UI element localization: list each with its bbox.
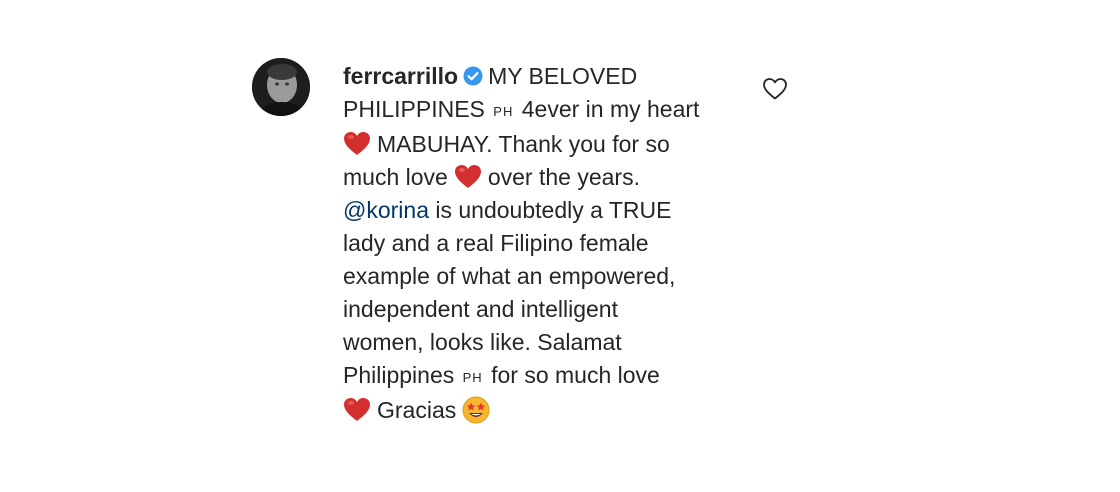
red-heart-emoji-icon: [344, 132, 370, 155]
comment: ferrcarrillo MY BELOVED PHILIPPINES PH 4…: [252, 58, 743, 427]
flag-ph-label: PH: [493, 104, 514, 119]
red-heart-emoji-icon: [454, 165, 481, 188]
red-heart-emoji-icon: [344, 398, 370, 421]
comment-line-6: lady and a real Filipino female: [343, 230, 649, 256]
comment-line-7: example of what an empowered,: [343, 263, 676, 289]
comment-line-9: women, looks like. Salamat: [343, 329, 622, 355]
flag-ph-label: PH: [462, 370, 483, 385]
comment-text: ferrcarrillo MY BELOVED PHILIPPINES PH 4…: [343, 60, 743, 427]
comment-text-segment: is undoubtedly a TRUE: [435, 197, 672, 223]
username-link[interactable]: ferrcarrillo: [343, 63, 458, 89]
comment-text-segment: MY BELOVED: [488, 63, 638, 89]
comment-text-segment: for so much love: [491, 362, 660, 388]
comment-text-segment: Gracias: [377, 397, 457, 423]
comment-text-segment: PHILIPPINES: [343, 96, 485, 122]
comment-line-8: independent and intelligent: [343, 296, 618, 322]
mention-link[interactable]: @korina: [343, 197, 429, 223]
comment-text-segment: much love: [343, 164, 448, 190]
verified-badge-icon: [463, 66, 483, 86]
avatar[interactable]: [252, 58, 310, 116]
comment-line-2: PHILIPPINES PH 4ever in my heart: [343, 93, 743, 128]
comment-line-3: MABUHAY. Thank you for so: [343, 128, 743, 161]
comment-text-segment: 4ever in my heart: [521, 96, 700, 122]
comment-line-11: Gracias: [343, 394, 743, 427]
star-struck-emoji-icon: [462, 396, 490, 424]
comment-text-segment: MABUHAY. Thank you for so: [377, 131, 670, 157]
comment-line-1: ferrcarrillo MY BELOVED: [343, 60, 743, 93]
comment-text-segment: over the years.: [487, 164, 640, 190]
comment-line-4: much love over the years.: [343, 161, 743, 194]
comment-line-5: @korina is undoubtedly a TRUE: [343, 194, 743, 227]
comment-line-10: Philippines PH for so much love: [343, 359, 743, 394]
heart-outline-icon[interactable]: [762, 77, 788, 101]
comment-text-segment: Philippines: [343, 362, 455, 388]
